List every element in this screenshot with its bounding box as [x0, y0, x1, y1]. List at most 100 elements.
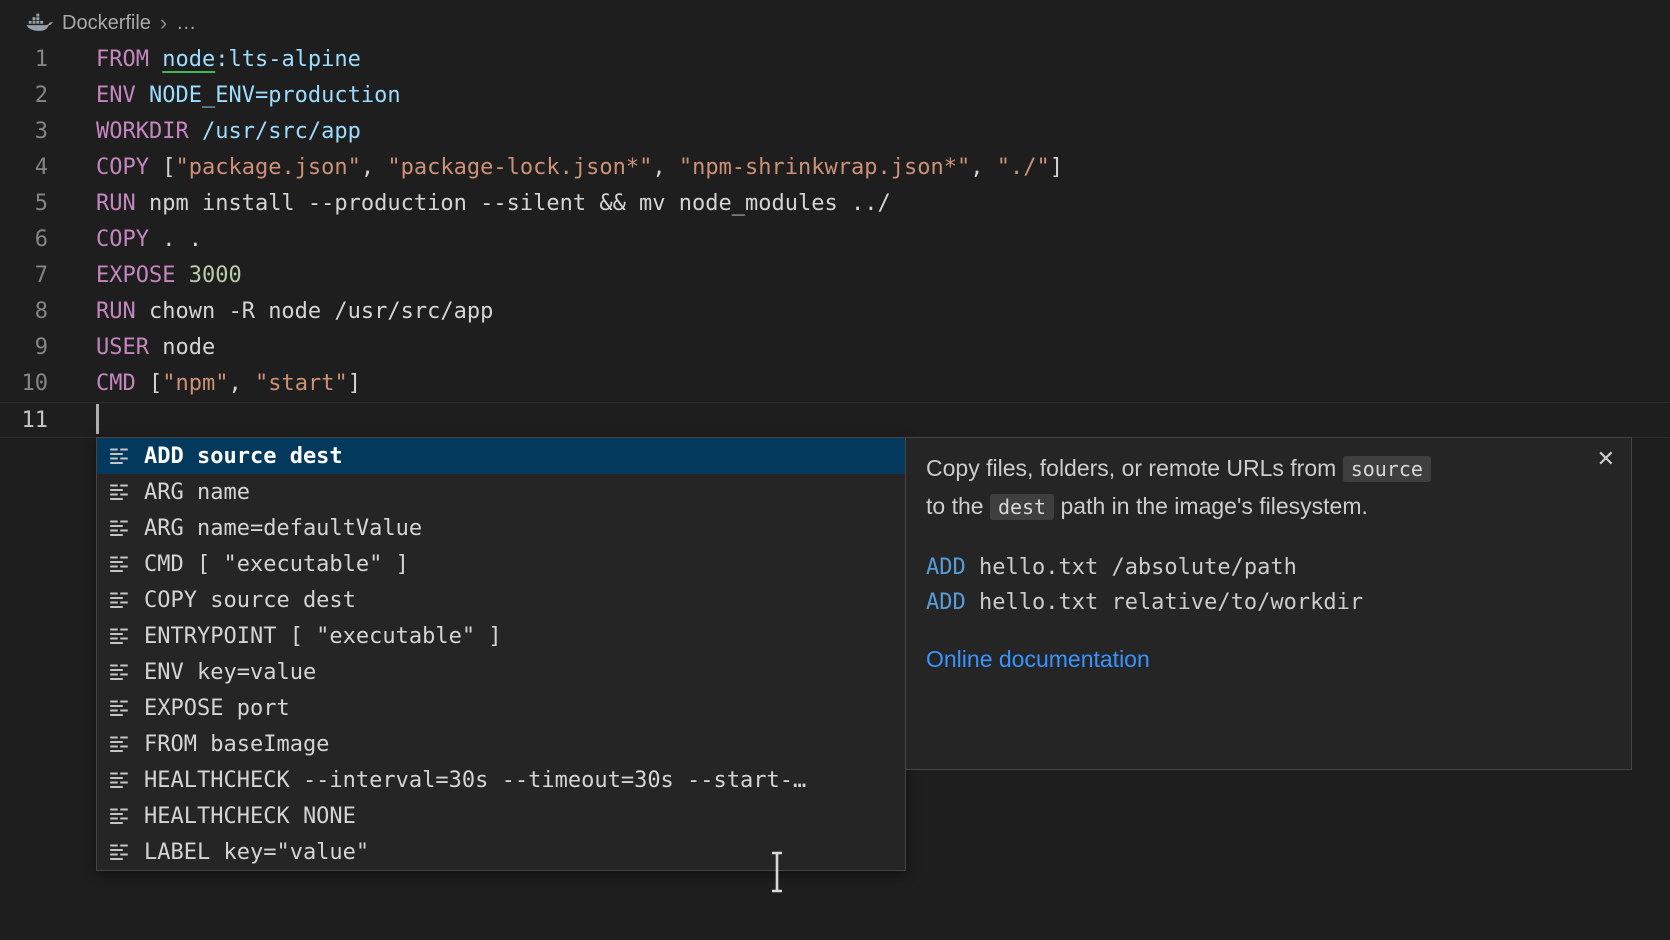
code-line-4[interactable]: 4 COPY ["package.json", "package-lock.jso… [0, 150, 1670, 186]
breadcrumb-more[interactable]: … [176, 12, 196, 35]
suggest-item-label: EXPOSE port [144, 696, 290, 721]
suggest-item[interactable]: ENTRYPOINT [ "executable" ] [97, 618, 905, 654]
text-cursor-pointer [766, 850, 788, 899]
snippet-icon [109, 662, 131, 682]
editor[interactable]: 1FROM node:lts-alpine2ENV NODE_ENV=produ… [0, 42, 1670, 438]
suggest-item-label: FROM baseImage [144, 732, 329, 757]
breadcrumb-file[interactable]: Dockerfile [62, 12, 151, 35]
docs-example-line: ADD hello.txt relative/to/workdir [926, 585, 1611, 620]
snippet-icon [109, 626, 131, 646]
code-line-5[interactable]: 5RUN npm install --production --silent &… [0, 186, 1670, 222]
suggest-item[interactable]: FROM baseImage [97, 726, 905, 762]
line-number: 2 [0, 78, 48, 114]
suggest-item[interactable]: ADD source dest [97, 438, 905, 474]
suggest-item-label: COPY source dest [144, 588, 356, 613]
code-token: ] [1050, 155, 1063, 180]
docs-example-keyword: ADD [926, 555, 966, 580]
breadcrumb-chevron-icon: › [160, 10, 167, 36]
code-token: "./" [997, 155, 1050, 180]
code-token: , [228, 371, 255, 396]
code-token: [ [149, 371, 162, 396]
code-line-9[interactable]: 9USER node [0, 330, 1670, 366]
code-token: WORKDIR [96, 119, 202, 144]
snippet-icon [109, 518, 131, 538]
code-token: , [970, 155, 997, 180]
code-line-10[interactable]: 10 CMD ["npm", "start"] [0, 366, 1670, 402]
line-number: 5 [0, 186, 48, 222]
line-number: 1 [0, 42, 48, 78]
code-text: ENV NODE_ENV=production [48, 78, 401, 114]
line-number: 6 [0, 222, 48, 258]
snippet-icon [109, 770, 131, 790]
close-icon[interactable]: ✕ [1597, 448, 1615, 470]
code-token: FROM [96, 47, 162, 72]
snippet-icon [109, 446, 131, 466]
snippet-icon [109, 554, 131, 574]
line-number: 3 [0, 114, 48, 150]
code-token: "npm" [162, 371, 228, 396]
editor-caret [96, 404, 99, 434]
code-token: , [361, 155, 388, 180]
code-text: FROM node:lts-alpine [48, 42, 361, 78]
suggest-item[interactable]: HEALTHCHECK NONE [97, 798, 905, 834]
code-token: "start" [255, 371, 348, 396]
code-token: "npm-shrinkwrap.json*" [679, 155, 970, 180]
code-token: :lts-alpine [215, 47, 361, 72]
suggest-item[interactable]: CMD [ "executable" ] [97, 546, 905, 582]
suggest-item-label: ARG name=defaultValue [144, 516, 422, 541]
code-line-1[interactable]: 1FROM node:lts-alpine [0, 42, 1670, 78]
code-token: RUN [96, 191, 149, 216]
code-token: RUN [96, 299, 149, 324]
code-text: WORKDIR /usr/src/app [48, 114, 361, 150]
breadcrumb[interactable]: Dockerfile › … [26, 8, 196, 38]
code-line-7[interactable]: 7EXPOSE 3000 [0, 258, 1670, 294]
suggest-item-label: ENV key=value [144, 660, 316, 685]
code-token: , [652, 155, 679, 180]
suggest-item-label: CMD [ "executable" ] [144, 552, 409, 577]
code-token: "package.json" [175, 155, 360, 180]
code-token: ENV [96, 83, 149, 108]
line-number: 10 [0, 366, 48, 402]
suggest-item-label: ARG name [144, 480, 250, 505]
code-token: chown -R node /usr/src/app [149, 299, 493, 324]
suggest-item-label: HEALTHCHECK --interval=30s --timeout=30s… [144, 768, 806, 793]
suggest-item[interactable]: HEALTHCHECK --interval=30s --timeout=30s… [97, 762, 905, 798]
suggest-item-label: LABEL key="value" [144, 840, 369, 865]
code-line-2[interactable]: 2ENV NODE_ENV=production [0, 78, 1670, 114]
code-line-6[interactable]: 6COPY . . [0, 222, 1670, 258]
code-token: EXPOSE [96, 263, 189, 288]
code-token: node [162, 335, 215, 360]
code-token: /usr/src/app [202, 119, 361, 144]
code-line-11[interactable]: 11 [0, 402, 1670, 438]
code-text: EXPOSE 3000 [48, 258, 242, 294]
docs-description: Copy files, folders, or remote URLs from… [926, 450, 1431, 526]
suggest-item[interactable]: ARG name [97, 474, 905, 510]
code-token: "package-lock.json*" [387, 155, 652, 180]
docs-example-args: hello.txt relative/to/workdir [966, 590, 1363, 615]
code-line-3[interactable]: 3WORKDIR /usr/src/app [0, 114, 1670, 150]
code-token: NODE_ENV=production [149, 83, 401, 108]
line-number: 4 [0, 150, 48, 186]
code-token: COPY [96, 227, 162, 252]
suggest-item[interactable]: EXPOSE port [97, 690, 905, 726]
snippet-icon [109, 806, 131, 826]
code-line-8[interactable]: 8RUN chown -R node /usr/src/app [0, 294, 1670, 330]
suggest-item[interactable]: ENV key=value [97, 654, 905, 690]
suggest-item[interactable]: COPY source dest [97, 582, 905, 618]
snippet-icon [109, 698, 131, 718]
inline-code: source [1343, 456, 1431, 482]
suggest-item[interactable]: ARG name=defaultValue [97, 510, 905, 546]
code-text: RUN npm install --production --silent &&… [48, 186, 891, 222]
code-text [48, 403, 99, 437]
line-number: 11 [0, 403, 48, 437]
code-token: COPY [96, 155, 162, 180]
code-token: [ [162, 155, 175, 180]
code-token: CMD [96, 371, 149, 396]
code-token: node [162, 47, 215, 72]
online-documentation-link[interactable]: Online documentation [926, 646, 1150, 673]
code-text: COPY . . [48, 222, 202, 258]
code-token: ] [348, 371, 361, 396]
docs-example-line: ADD hello.txt /absolute/path [926, 550, 1611, 585]
code-text: RUN chown -R node /usr/src/app [48, 294, 493, 330]
code-text: USER node [48, 330, 215, 366]
